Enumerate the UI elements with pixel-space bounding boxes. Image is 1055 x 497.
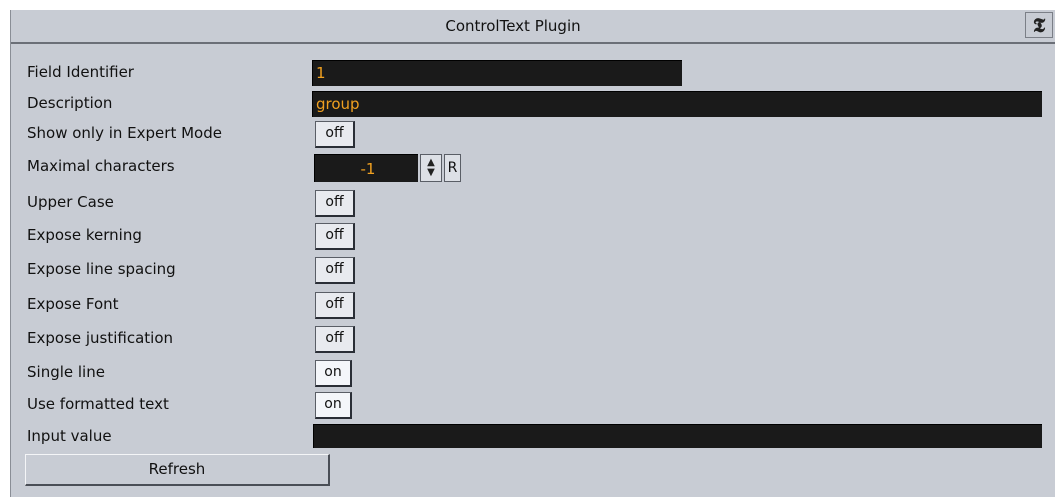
single-line-label: Single line (27, 363, 105, 381)
description-input[interactable]: group (312, 91, 1042, 117)
expert-mode-label: Show only in Expert Mode (27, 124, 222, 142)
field-identifier-input[interactable]: 1 (312, 60, 682, 86)
row-input-value: Input value (27, 424, 1047, 450)
input-value-field[interactable] (313, 424, 1042, 448)
kerning-label: Expose kerning (27, 226, 142, 244)
justification-label: Expose justification (27, 329, 174, 347)
line-spacing-toggle[interactable]: off (315, 257, 355, 284)
row-max-chars: Maximal characters -1 ▲ ▼ R (27, 154, 527, 184)
upper-case-label: Upper Case (27, 193, 114, 211)
formatted-text-toggle[interactable]: on (315, 392, 352, 419)
input-value-label: Input value (27, 427, 112, 445)
row-description: Description group (27, 91, 1047, 117)
font-toggle[interactable]: off (315, 292, 355, 319)
row-field-identifier: Field Identifier 1 (27, 60, 1047, 86)
line-spacing-label: Expose line spacing (27, 260, 176, 278)
max-chars-spinner[interactable]: ▲ ▼ (420, 154, 442, 182)
row-kerning: Expose kerning off (27, 223, 427, 250)
reset-button[interactable]: R (444, 154, 461, 182)
expert-mode-toggle[interactable]: off (315, 121, 355, 148)
row-line-spacing: Expose line spacing off (27, 257, 427, 284)
title-bar: ControlText Plugin 𝕿 (11, 10, 1055, 44)
description-label: Description (27, 94, 113, 112)
field-identifier-label: Field Identifier (27, 63, 134, 81)
plugin-logo-icon[interactable]: 𝕿 (1025, 12, 1053, 38)
single-line-toggle[interactable]: on (315, 360, 352, 387)
panel-title: ControlText Plugin (445, 17, 581, 35)
plugin-panel: ControlText Plugin 𝕿 Field Identifier 1 … (10, 10, 1055, 497)
row-single-line: Single line on (27, 360, 427, 387)
refresh-button[interactable]: Refresh (25, 454, 330, 486)
kerning-toggle[interactable]: off (315, 223, 355, 250)
row-font: Expose Font off (27, 292, 427, 319)
max-chars-label: Maximal characters (27, 157, 175, 175)
row-upper-case: Upper Case off (27, 190, 427, 217)
row-formatted-text: Use formatted text on (27, 392, 427, 419)
row-justification: Expose justification off (27, 326, 427, 353)
arrow-down-icon[interactable]: ▼ (427, 168, 435, 178)
justification-toggle[interactable]: off (315, 326, 355, 353)
upper-case-toggle[interactable]: off (315, 190, 355, 217)
font-label: Expose Font (27, 295, 119, 313)
formatted-text-label: Use formatted text (27, 395, 169, 413)
row-expert-mode: Show only in Expert Mode off (27, 121, 427, 148)
max-chars-input[interactable]: -1 (314, 154, 418, 182)
